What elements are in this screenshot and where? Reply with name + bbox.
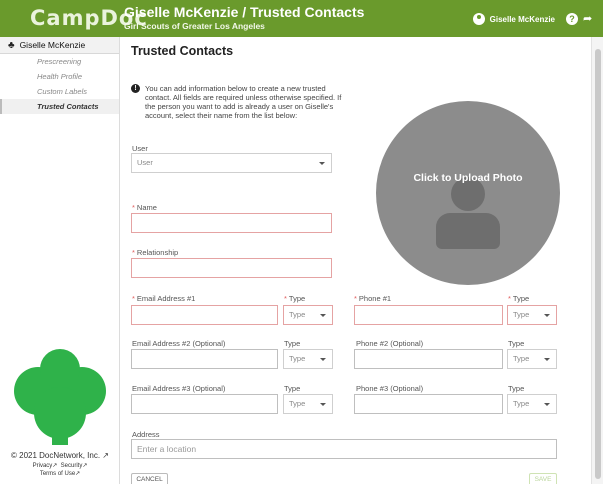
phone3-field[interactable] [354, 394, 503, 414]
address-label: Address [132, 430, 160, 439]
sidebar-participant[interactable]: ♣ Giselle McKenzie [0, 37, 119, 54]
chevron-down-icon [544, 358, 550, 361]
phone1-label: * Phone #1 [354, 294, 392, 303]
user-select[interactable]: User [131, 153, 332, 173]
cancel-button[interactable]: CANCEL [131, 473, 168, 484]
name-field[interactable] [131, 213, 332, 233]
email2-label: Email Address #2 (Optional) [132, 339, 226, 348]
user-select-value: User [137, 158, 153, 167]
phone3-label: Phone #3 (Optional) [356, 384, 424, 393]
phone2-field[interactable] [354, 349, 503, 369]
relationship-label: * Relationship [132, 248, 179, 257]
chevron-down-icon [320, 403, 326, 406]
chevron-down-icon [544, 403, 550, 406]
email2-type-value: Type [289, 354, 306, 363]
phone2-type-select[interactable]: Type [507, 349, 557, 369]
phone3-type-label: Type [508, 384, 525, 393]
sidebar-item-custom-labels[interactable]: Custom Labels [0, 84, 119, 99]
info-text: You can add information below to create … [145, 84, 342, 120]
help-icon[interactable]: ? [566, 13, 578, 25]
sidebar-item-trusted-contacts[interactable]: Trusted Contacts [0, 99, 119, 114]
chevron-down-icon [320, 314, 326, 317]
organization-name: Girl Scouts of Greater Los Angeles [124, 21, 265, 31]
email3-type-value: Type [289, 399, 306, 408]
trefoil-icon: ♣ [8, 39, 15, 51]
email2-type-label: Type [284, 339, 301, 348]
phone2-type-value: Type [513, 354, 530, 363]
email3-label: Email Address #3 (Optional) [132, 384, 226, 393]
email3-field[interactable] [131, 394, 278, 414]
chevron-down-icon [320, 358, 326, 361]
phone1-type-label: * Type [508, 294, 530, 303]
top-bar: CampDoc Giselle McKenzie / Trusted Conta… [0, 0, 603, 37]
user-menu: Giselle McKenzie ? ➦ [472, 12, 595, 26]
email1-type-value: Type [289, 310, 306, 319]
sidebar-item-prescreening[interactable]: Prescreening [0, 54, 119, 69]
main-content: Trusted Contacts ! You can add informati… [121, 37, 591, 484]
name-label: * Name [132, 203, 157, 212]
phone3-type-select[interactable]: Type [507, 394, 557, 414]
sidebar-item-health-profile[interactable]: Health Profile [0, 69, 119, 84]
footer-links: Privacy↗ Security↗ Terms of Use↗ [32, 463, 88, 477]
email2-type-select[interactable]: Type [283, 349, 333, 369]
email3-type-select[interactable]: Type [283, 394, 333, 414]
page-scrollbar[interactable] [591, 37, 603, 484]
participant-name: Giselle McKenzie [19, 40, 86, 50]
phone1-type-select[interactable]: Type [507, 305, 557, 325]
privacy-link[interactable]: Privacy [33, 463, 53, 469]
email3-type-label: Type [284, 384, 301, 393]
page-breadcrumb-title: Giselle McKenzie / Trusted Contacts [124, 4, 365, 20]
info-message: ! You can add information below to creat… [131, 84, 346, 120]
address-field[interactable]: Enter a location [131, 439, 557, 459]
user-name[interactable]: Giselle McKenzie [490, 15, 555, 24]
email1-type-select[interactable]: Type [283, 305, 333, 325]
scrollbar-thumb[interactable] [595, 49, 601, 479]
sidebar: ♣ Giselle McKenzie Prescreening Health P… [0, 37, 120, 484]
security-link[interactable]: Security [61, 463, 83, 469]
chevron-down-icon [544, 314, 550, 317]
girl-scouts-trefoil-logo [14, 349, 106, 445]
save-button[interactable]: SAVE [529, 473, 557, 484]
phone1-field[interactable] [354, 305, 503, 325]
user-label: User [132, 144, 148, 153]
copyright-text: © 2021 DocNetwork, Inc. ↗ [11, 451, 109, 460]
email2-field[interactable] [131, 349, 278, 369]
info-icon: ! [131, 84, 140, 93]
phone2-label: Phone #2 (Optional) [356, 339, 424, 348]
relationship-field[interactable] [131, 258, 332, 278]
upload-photo-label: Click to Upload Photo [413, 172, 523, 184]
email1-label: * Email Address #1 [132, 294, 196, 303]
page-title: Trusted Contacts [131, 44, 234, 58]
chevron-down-icon [319, 162, 325, 165]
upload-photo-button[interactable]: Click to Upload Photo [376, 101, 560, 285]
terms-link[interactable]: Terms of Use [40, 471, 75, 477]
user-icon[interactable] [472, 13, 485, 25]
avatar-placeholder-body [436, 213, 500, 249]
phone3-type-value: Type [513, 399, 530, 408]
email1-field[interactable] [131, 305, 278, 325]
email1-type-label: * Type [284, 294, 306, 303]
phone2-type-label: Type [508, 339, 525, 348]
logout-icon[interactable]: ➦ [583, 13, 595, 25]
external-link-icon: ↗ [102, 451, 109, 460]
phone1-type-value: Type [513, 310, 530, 319]
